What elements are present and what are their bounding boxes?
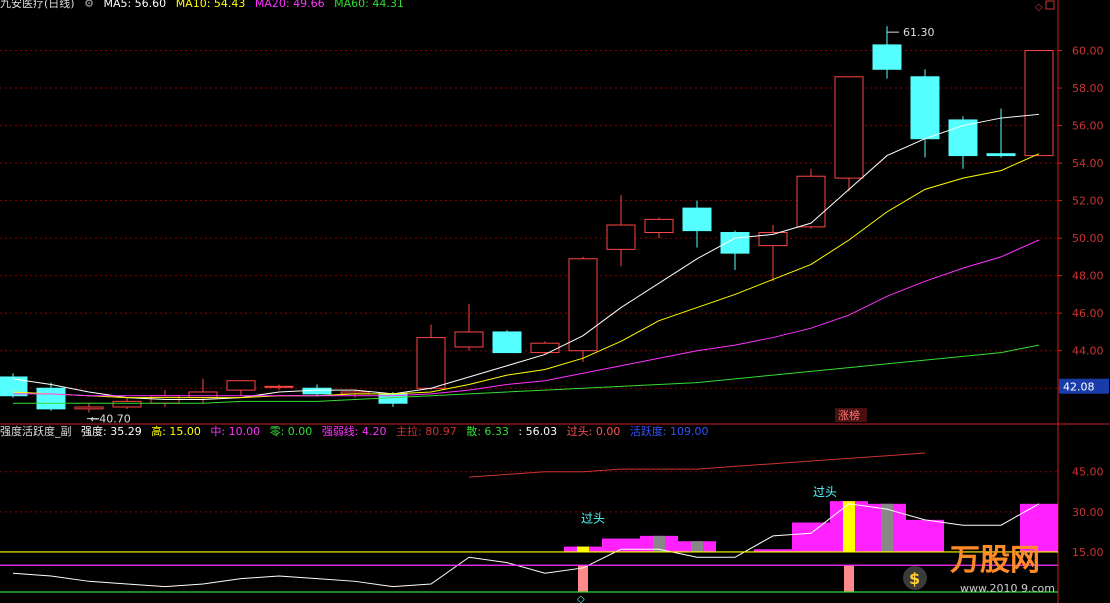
sub-line-主拉 [468,452,926,478]
watermark-logo-text: 万股网 [950,543,1040,578]
square-icon [1045,0,1055,10]
candle-down [720,232,750,254]
price-tick-label: 58.00 [1072,82,1104,95]
highlight-bar [691,541,703,552]
highlight-bar [577,546,589,552]
candle-down [36,387,66,410]
ma-line-ma5 [12,113,1040,400]
chart-canvas: 42.0044.0046.0048.0050.0052.0054.0056.00… [0,0,1110,603]
price-tick-label: 54.00 [1072,157,1104,170]
candle-up [1024,50,1054,157]
candle-down [872,44,902,70]
candle-up [530,342,560,354]
candle-up [454,331,484,348]
candle-up [188,391,218,399]
candle-up [796,175,826,228]
limit-up-label: 涨榜 [838,408,860,422]
strength-bar [906,519,944,552]
strength-bar [792,522,830,552]
guotou-label: 过头 [813,485,837,499]
signal-bar [844,565,854,592]
highlight-bar [881,503,893,552]
price-tick-label: 56.00 [1072,120,1104,133]
price-tick-label: 44.00 [1072,345,1104,358]
candle-up [644,218,674,234]
candle-down [986,153,1016,157]
diamond-marker-icon: ◇ [577,594,585,603]
watermark-url: www.2010 9.com [960,582,1055,595]
price-tick-label: 46.00 [1072,307,1104,320]
highlight-bar [843,501,855,552]
candle-down [492,331,522,354]
high-price-label: 61.30 [903,26,935,39]
candle-down [682,207,712,232]
price-tick-label: 50.00 [1072,232,1104,245]
candle-up [74,406,104,410]
candle-up [834,76,864,179]
candle-down [910,76,940,140]
sub-tick-label: 15.00 [1072,546,1104,559]
candle-up [112,400,142,408]
low-price-label: ←40.70 [90,413,131,426]
diamond-icon: ◇ [1035,2,1043,13]
strength-bar [602,538,640,552]
price-tick-label: 52.00 [1072,195,1104,208]
candle-up [226,380,256,391]
candle-up [264,385,294,388]
ma-line-ma60 [13,344,1040,404]
logo-dollar-icon: $ [909,569,920,588]
candle-up [568,258,598,352]
candle-up [416,337,446,389]
guotou-label: 过头 [581,512,605,526]
candle-up [606,224,636,250]
sub-tick-label: 45.00 [1072,466,1104,479]
current-price-label: 42.08 [1063,381,1095,394]
signal-bar [578,565,588,592]
price-tick-label: 48.00 [1072,270,1104,283]
sub-tick-label: 30.00 [1072,506,1104,519]
price-tick-label: 60.00 [1072,45,1104,58]
